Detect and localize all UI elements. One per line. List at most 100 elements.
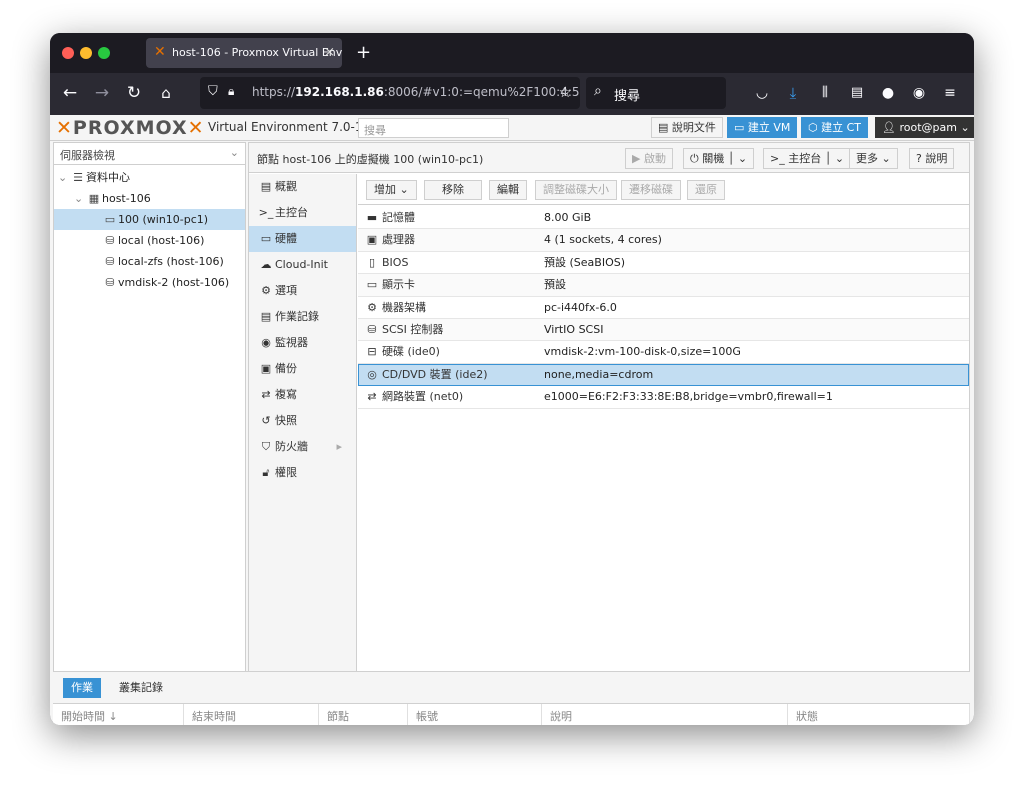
vm-menu-item[interactable]: ⇄ 複寫 — [249, 382, 356, 408]
more-button[interactable]: 更多 ⌄ — [849, 148, 898, 169]
close-window-button[interactable] — [62, 47, 74, 59]
vm-menu-item[interactable]: ▤ 概觀 — [249, 174, 356, 200]
hardware-row[interactable]: ▭ 顯示卡 預設 — [358, 274, 969, 297]
menu-icon[interactable]: ≡ — [938, 82, 962, 104]
column-header[interactable]: 節點 — [319, 704, 408, 725]
browser-search-box[interactable]: ⌕ 搜尋 — [586, 77, 726, 109]
new-tab-icon[interactable]: + — [356, 42, 371, 63]
vm-menu-item[interactable]: 🔓︎ 權限 — [249, 460, 356, 486]
shutdown-label: 關機 — [702, 152, 725, 165]
reload-icon[interactable]: ↻ — [122, 82, 146, 104]
column-header[interactable]: 開始時間 ↓ — [53, 704, 184, 725]
create-vm-button[interactable]: ▭ 建立 VM — [727, 117, 798, 138]
app-header: ✕PROXMOX✕ Virtual Environment 7.0-11 搜尋 … — [50, 115, 974, 141]
tree-item[interactable]: ⛁ vmdisk-2 (host-106) — [54, 272, 245, 293]
url-text: https://192.168.1.86:8006/#v1:0:=qemu%2F… — [252, 85, 580, 99]
home-icon[interactable]: ⌂ — [154, 82, 178, 104]
hardware-row[interactable]: ▣ 處理器 4 (1 sockets, 4 cores) — [358, 229, 969, 252]
column-header[interactable]: 說明 — [542, 704, 788, 725]
play-icon: ▶ — [632, 152, 641, 165]
vm-menu-item[interactable]: ▤ 作業記錄 — [249, 304, 356, 330]
chevron-down-icon: ⌄ — [229, 146, 239, 159]
minimize-window-button[interactable] — [80, 47, 92, 59]
remove-button[interactable]: 移除 — [424, 180, 482, 200]
column-header[interactable]: 結束時間 — [184, 704, 319, 725]
user-menu-button[interactable]: 👤︎ root@pam ⌄ — [875, 117, 974, 138]
vm-menu-label: 複寫 — [275, 388, 297, 401]
tab-tasks[interactable]: 作業 — [63, 678, 101, 698]
vm-menu-label: 備份 — [275, 362, 297, 375]
bios-icon: ▯ — [368, 255, 376, 269]
docs-button[interactable]: ▤ 說明文件 — [651, 117, 723, 138]
help-button[interactable]: ? 說明 — [909, 148, 955, 169]
vm-menu-item[interactable]: ▣ 備份 — [249, 356, 356, 382]
column-header[interactable]: 帳號 — [408, 704, 542, 725]
cpu-icon: ▣ — [366, 233, 378, 247]
tree-item-label: 資料中心 — [86, 171, 130, 184]
tree-item[interactable]: ⌄ ☰ 資料中心 — [54, 167, 245, 188]
proxmox-logo: ✕PROXMOX✕ — [56, 117, 205, 139]
close-tab-icon[interactable]: × — [324, 45, 335, 60]
chevron-down-icon: ⌄ — [834, 152, 845, 165]
vm-menu-item[interactable]: ☁ Cloud-Init — [249, 252, 356, 278]
hardware-row[interactable]: ◎ CD/DVD 裝置 (ide2) none,media=cdrom — [358, 363, 969, 387]
start-button[interactable]: ▶ 啟動 — [625, 148, 673, 169]
url-path: :8006/#v1:0:=qemu%2F100:4:5 — [383, 85, 580, 99]
storage-icon: ⛁ — [105, 234, 115, 247]
download-icon[interactable]: ⤓ — [781, 82, 805, 104]
tree-item[interactable]: ⛁ local-zfs (host-106) — [54, 251, 245, 272]
vm-menu-item[interactable]: ↺ 快照 — [249, 408, 356, 434]
vm-menu-item[interactable]: ▭ 硬體 — [249, 226, 356, 252]
hardware-row[interactable]: ▯ BIOS 預設 (SeaBIOS) — [358, 252, 969, 275]
hardware-key: ⊟ 硬碟 (ide0) — [362, 341, 440, 363]
vm-menu-label: Cloud-Init — [275, 258, 328, 271]
tree-item[interactable]: ▭ 100 (win10-pc1) — [54, 209, 245, 230]
edit-button[interactable]: 編輯 — [489, 180, 527, 200]
hardware-row[interactable]: ⛁ SCSI 控制器 VirtIO SCSI — [358, 318, 969, 342]
main-panel: 節點 host-106 上的虛擬機 100 (win10-pc1) ▶ 啟動 ⏻… — [248, 142, 970, 708]
console-label: 主控台 — [788, 152, 822, 165]
vm-menu-item[interactable]: ⛉ 防火牆 ▸ — [249, 434, 356, 460]
hardware-row[interactable]: ⇄ 網路裝置 (net0) e1000=E6:F2:F3:33:8E:B8,brid… — [358, 386, 969, 409]
tree-item[interactable]: ⌄ ▦ host-106 — [54, 188, 245, 209]
move-disk-button[interactable]: 遷移磁碟 — [621, 180, 681, 200]
tree-item[interactable]: ⛁ local (host-106) — [54, 230, 245, 251]
task-log-tabs: 作業 叢集記錄 — [53, 671, 970, 703]
power-icon: ⏻ — [690, 152, 699, 165]
add-button[interactable]: 增加 ⌄ — [366, 180, 417, 200]
shutdown-button[interactable]: ⏻ 關機 │ ⌄ — [683, 148, 755, 169]
hardware-row[interactable]: ▬ 記憶體 8.00 GiB — [358, 207, 969, 230]
vm-menu-item[interactable]: >_ 主控台 — [249, 200, 356, 226]
profile-icon[interactable]: ◉ — [907, 82, 931, 104]
address-bar[interactable]: ⛉ 🔒︎ https://192.168.1.86:8006/#v1:0:=qe… — [200, 77, 580, 109]
expand-toggle-icon[interactable]: ⌄ — [58, 167, 70, 188]
task-log-panel: 作業 叢集記錄 開始時間 ↓結束時間節點帳號說明狀態 九月 19 15:40:1… — [50, 671, 974, 725]
url-prefix: https:// — [252, 85, 296, 99]
hardware-row[interactable]: ⊟ 硬碟 (ide0) vmdisk-2:vm-100-disk-0,size=10… — [358, 341, 969, 364]
tab-cluster-log[interactable]: 叢集記錄 — [111, 678, 171, 698]
sidebar-icon[interactable]: ▤ — [845, 82, 869, 104]
vm-menu-item[interactable]: ◉ 監視器 — [249, 330, 356, 356]
forward-icon[interactable]: → — [90, 82, 114, 104]
hardware-value: 4 (1 sockets, 4 cores) — [544, 233, 662, 247]
create-ct-button[interactable]: ⬡ 建立 CT — [801, 117, 869, 138]
revert-button[interactable]: 還原 — [687, 180, 725, 200]
view-selector[interactable]: 伺服器檢視 ⌄ — [54, 143, 245, 165]
library-icon[interactable]: ⫼ — [813, 82, 837, 104]
pocket-icon[interactable]: ◡ — [750, 82, 774, 104]
vm-menu-item[interactable]: ⚙ 選項 — [249, 278, 356, 304]
resize-disk-button[interactable]: 調整磁碟大小 — [535, 180, 617, 200]
chevron-right-icon: ▸ — [336, 440, 342, 453]
expand-toggle-icon[interactable]: ⌄ — [74, 188, 86, 209]
global-search-input[interactable]: 搜尋 — [358, 118, 509, 138]
extension-icon[interactable]: ● — [876, 82, 900, 104]
hardware-key-label: 機器架構 — [382, 300, 426, 314]
hardware-row[interactable]: ⚙ 機器架構 pc-i440fx-6.0 — [358, 297, 969, 319]
bookmark-star-icon[interactable]: ☆ — [559, 83, 572, 101]
cdrom-icon: ◎ — [367, 367, 377, 381]
browser-tab[interactable]: ✕ host-106 - Proxmox Virtual Envir × — [146, 38, 342, 68]
console-button[interactable]: >_ 主控台 │ ⌄ — [763, 148, 852, 169]
back-icon[interactable]: ← — [58, 82, 82, 104]
column-header[interactable]: 狀態 — [788, 704, 970, 725]
maximize-window-button[interactable] — [98, 47, 110, 59]
